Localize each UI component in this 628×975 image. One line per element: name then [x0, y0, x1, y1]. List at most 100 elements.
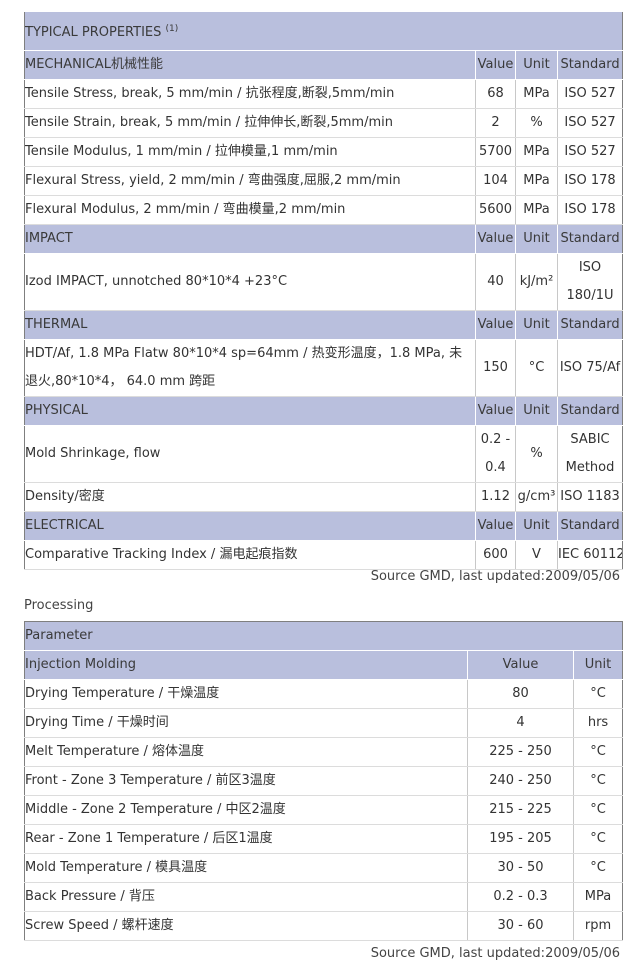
property-label: Tensile Stress, break, 5 mm/min / 抗张程度,断… [24, 79, 476, 109]
property-label: Comparative Tracking Index / 漏电起痕指数 [24, 540, 476, 570]
unit-header: Unit [515, 310, 558, 340]
parameter-label: Front - Zone 3 Temperature / 前区3温度 [24, 766, 468, 796]
section-name: MECHANICAL机械性能 [24, 50, 476, 80]
property-standard: ISO 178 [556, 195, 623, 225]
table-row: Screw Speed / 螺杆速度 30 - 60 rpm [24, 911, 623, 941]
table-row: Flexural Stress, yield, 2 mm/min / 弯曲强度,… [24, 166, 623, 196]
table-row: Comparative Tracking Index / 漏电起痕指数 600 … [24, 540, 623, 570]
parameter-unit: °C [572, 853, 623, 883]
table-row: Melt Temperature / 熔体温度 225 - 250 °C [24, 737, 623, 767]
parameter-value: 215 - 225 [467, 795, 574, 825]
parameter-value: 225 - 250 [467, 737, 574, 767]
table-row: Izod IMPACT, unnotched 80*10*4 +23°C 40 … [24, 253, 623, 311]
property-value: 600 [475, 540, 516, 570]
value-header: Value [467, 650, 574, 680]
property-unit: MPa [515, 79, 558, 109]
standard-header: Standard [556, 511, 623, 541]
property-value: 2 [475, 108, 516, 138]
section-name: PHYSICAL [24, 396, 476, 426]
property-unit: MPa [515, 166, 558, 196]
parameter-unit: MPa [572, 882, 623, 912]
property-standard: ISO 527 [556, 137, 623, 167]
property-value: 40 [475, 253, 516, 311]
section-header-injection-molding: Injection Molding Value Unit [24, 650, 623, 680]
properties-title-row: TYPICAL PROPERTIES (1) [24, 11, 623, 51]
parameter-value: 4 [467, 708, 574, 738]
parameter-unit: °C [572, 766, 623, 796]
property-label: HDT/Af, 1.8 MPa Flatw 80*10*4 sp=64mm / … [24, 339, 476, 397]
property-standard: ISO 180/1U [556, 253, 623, 311]
value-header: Value [475, 224, 516, 254]
processing-table: Parameter Injection Molding Value Unit D… [24, 621, 624, 941]
section-name: Injection Molding [24, 650, 468, 680]
value-header: Value [475, 310, 516, 340]
section-name: IMPACT [24, 224, 476, 254]
parameter-unit: rpm [572, 911, 623, 941]
property-label: Tensile Strain, break, 5 mm/min / 拉伸伸长,断… [24, 108, 476, 138]
property-standard: ISO 527 [556, 108, 623, 138]
unit-header: Unit [515, 50, 558, 80]
section-name: ELECTRICAL [24, 511, 476, 541]
standard-header: Standard [556, 224, 623, 254]
property-standard: IEC 60112 [556, 540, 623, 570]
property-unit: g/cm³ [515, 482, 558, 512]
parameter-unit: °C [572, 824, 623, 854]
property-unit: MPa [515, 195, 558, 225]
standard-header: Standard [556, 396, 623, 426]
footnote-marker: (1) [165, 24, 179, 34]
property-value: 104 [475, 166, 516, 196]
standard-header: Standard [556, 310, 623, 340]
property-standard: ISO 527 [556, 79, 623, 109]
parameter-header: Parameter [24, 621, 623, 651]
parameter-label: Rear - Zone 1 Temperature / 后区1温度 [24, 824, 468, 854]
section-header-impact: IMPACT Value Unit Standard [24, 224, 623, 254]
parameter-unit: °C [572, 737, 623, 767]
parameter-value: 80 [467, 679, 574, 709]
parameter-value: 30 - 50 [467, 853, 574, 883]
property-value: 1.12 [475, 482, 516, 512]
table-row: Rear - Zone 1 Temperature / 后区1温度 195 - … [24, 824, 623, 854]
table-row: Front - Zone 3 Temperature / 前区3温度 240 -… [24, 766, 623, 796]
parameter-label: Screw Speed / 螺杆速度 [24, 911, 468, 941]
parameter-label: Back Pressure / 背压 [24, 882, 468, 912]
section-header-mechanical: MECHANICAL机械性能 Value Unit Standard [24, 50, 623, 80]
property-value: 5700 [475, 137, 516, 167]
property-unit: % [515, 108, 558, 138]
parameter-value: 240 - 250 [467, 766, 574, 796]
property-label: Density/密度 [24, 482, 476, 512]
section-name: THERMAL [24, 310, 476, 340]
table-row: HDT/Af, 1.8 MPa Flatw 80*10*4 sp=64mm / … [24, 339, 623, 397]
parameter-label: Middle - Zone 2 Temperature / 中区2温度 [24, 795, 468, 825]
property-standard: SABIC Method [556, 425, 623, 483]
table-row: Drying Temperature / 干燥温度 80 °C [24, 679, 623, 709]
parameter-label: Drying Temperature / 干燥温度 [24, 679, 468, 709]
property-value: 5600 [475, 195, 516, 225]
parameter-value: 30 - 60 [467, 911, 574, 941]
section-header-thermal: THERMAL Value Unit Standard [24, 310, 623, 340]
table-row: Back Pressure / 背压 0.2 - 0.3 MPa [24, 882, 623, 912]
parameter-unit: hrs [572, 708, 623, 738]
table-row: Mold Shrinkage, flow 0.2 - 0.4 % SABIC M… [24, 425, 623, 483]
parameter-header-row: Parameter [24, 621, 623, 651]
property-value: 68 [475, 79, 516, 109]
property-unit: kJ/m² [515, 253, 558, 311]
unit-header: Unit [515, 511, 558, 541]
table-row: Middle - Zone 2 Temperature / 中区2温度 215 … [24, 795, 623, 825]
parameter-label: Drying Time / 干燥时间 [24, 708, 468, 738]
parameter-value: 0.2 - 0.3 [467, 882, 574, 912]
property-unit: % [515, 425, 558, 483]
typical-properties-table: TYPICAL PROPERTIES (1) MECHANICAL机械性能 Va… [24, 11, 624, 570]
processing-source-note: Source GMD, last updated:2009/05/06 [370, 946, 620, 961]
property-value: 150 [475, 339, 516, 397]
property-label: Flexural Stress, yield, 2 mm/min / 弯曲强度,… [24, 166, 476, 196]
parameter-label: Mold Temperature / 模具温度 [24, 853, 468, 883]
table-row: Drying Time / 干燥时间 4 hrs [24, 708, 623, 738]
property-label: Izod IMPACT, unnotched 80*10*4 +23°C [24, 253, 476, 311]
parameter-unit: °C [572, 679, 623, 709]
table-row: Tensile Modulus, 1 mm/min / 拉伸模量,1 mm/mi… [24, 137, 623, 167]
table-row: Mold Temperature / 模具温度 30 - 50 °C [24, 853, 623, 883]
table-row: Tensile Stress, break, 5 mm/min / 抗张程度,断… [24, 79, 623, 109]
table-row: Flexural Modulus, 2 mm/min / 弯曲模量,2 mm/m… [24, 195, 623, 225]
property-standard: ISO 75/Af [556, 339, 623, 397]
property-unit: °C [515, 339, 558, 397]
